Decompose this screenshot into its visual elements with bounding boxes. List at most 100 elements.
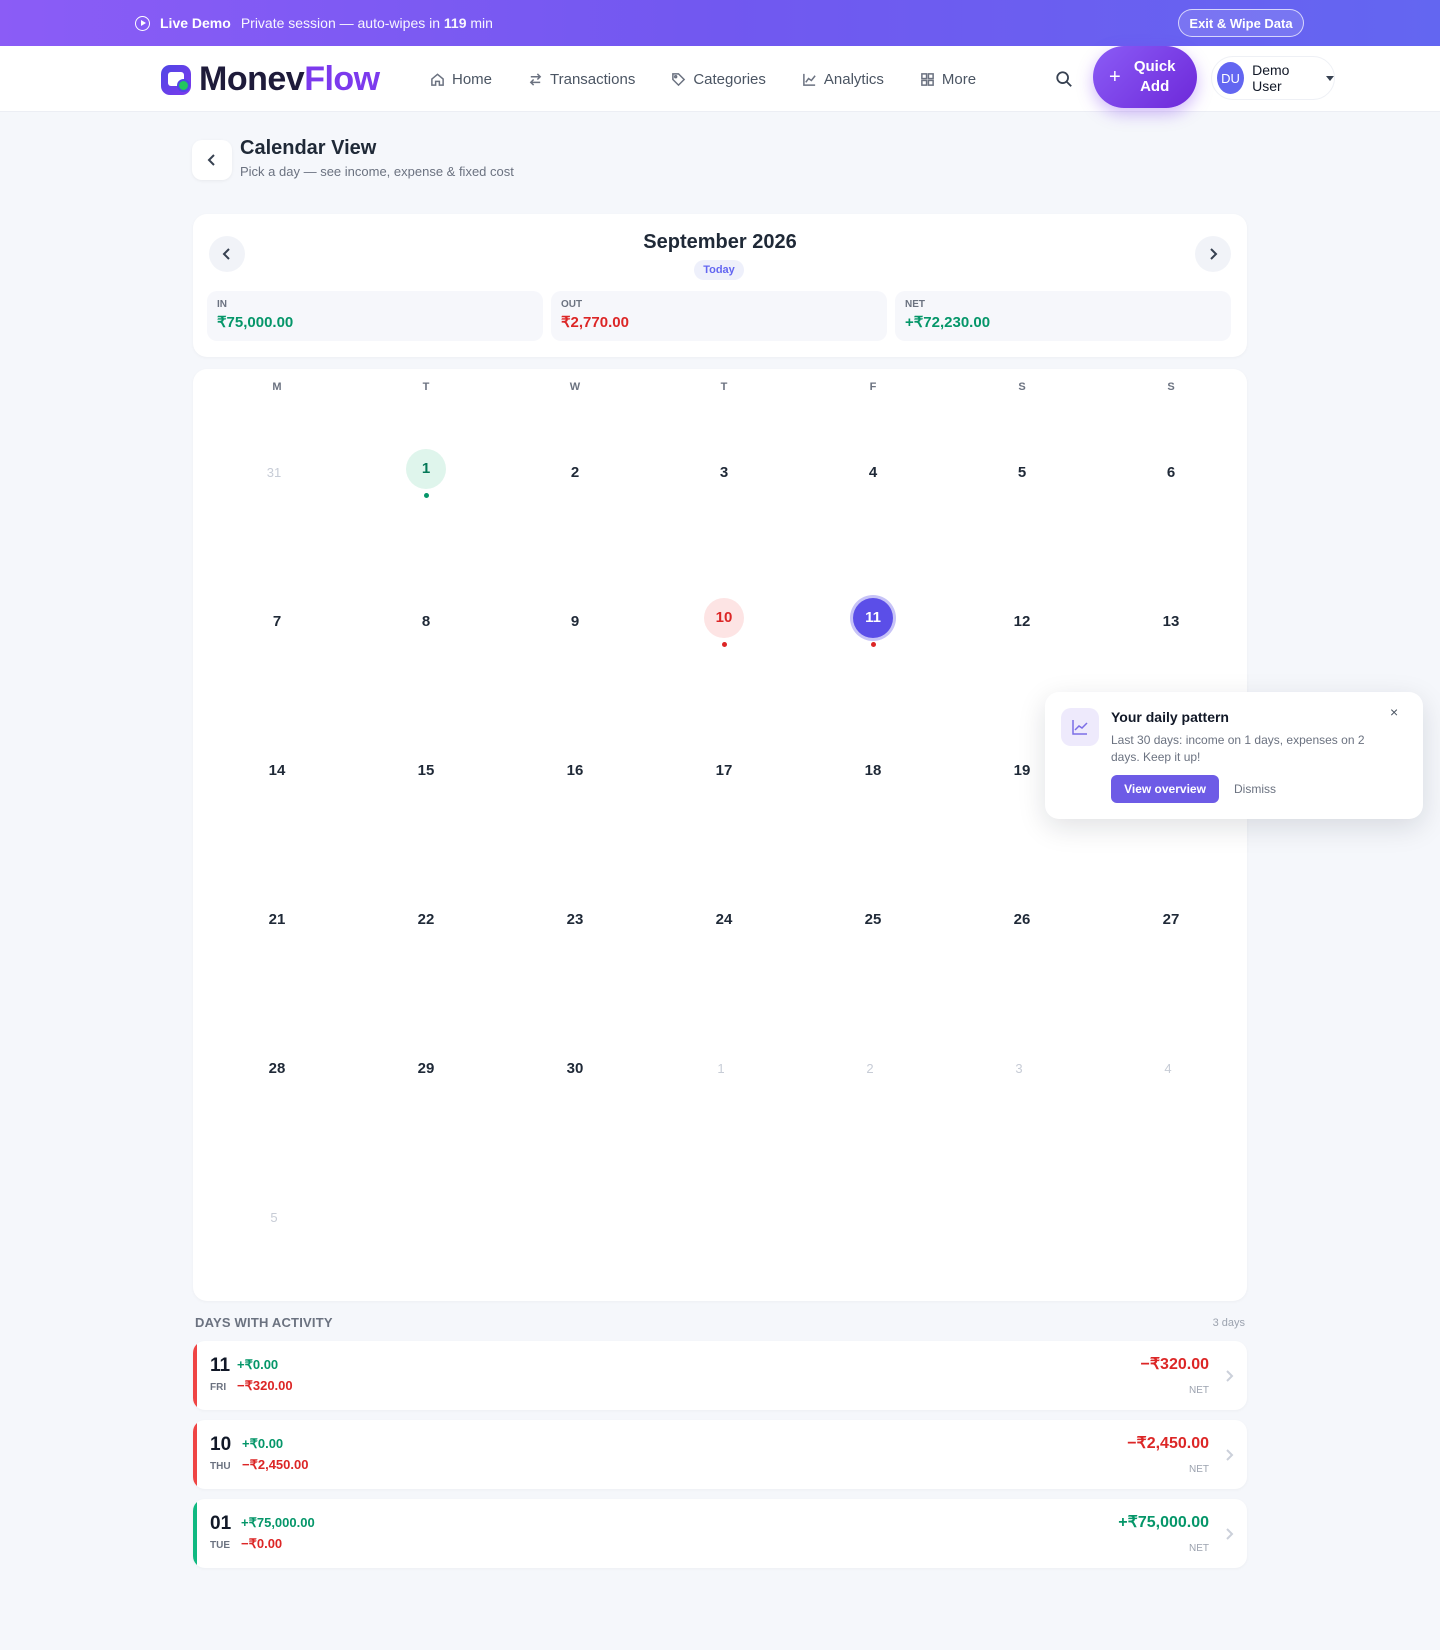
stat-in-value: ₹75,000.00: [217, 314, 294, 331]
calendar-day-outside[interactable]: 31: [254, 453, 294, 493]
back-button[interactable]: [192, 140, 232, 180]
calendar-day[interactable]: 6: [1151, 453, 1191, 493]
calendar-day[interactable]: 12: [1002, 602, 1042, 642]
live-demo-label: Live Demo: [160, 15, 231, 31]
top-nav: Monev Flow Home Transactions Categories A…: [0, 46, 1440, 112]
calendar-day[interactable]: 19: [1002, 751, 1042, 791]
calendar-day[interactable]: 7: [257, 602, 297, 642]
calendar-day[interactable]: 16: [555, 751, 595, 791]
calendar-day-outside[interactable]: 4: [1148, 1049, 1188, 1089]
activity-row[interactable]: 11 FRI +₹0.00 −₹320.00 −₹320.00 NET: [193, 1341, 1247, 1410]
calendar-day[interactable]: 8: [406, 602, 446, 642]
activity-count: 3 days: [1212, 1317, 1245, 1329]
nav-home[interactable]: Home: [430, 71, 492, 88]
calendar-day[interactable]: 4: [853, 453, 893, 493]
calendar-day[interactable]: 17: [704, 751, 744, 791]
stat-net: NET +₹72,230.00: [895, 291, 1231, 341]
weekday-header: F: [869, 381, 877, 393]
weekday-header: S: [1018, 381, 1026, 393]
daily-pattern-popup: Your daily pattern Last 30 days: income …: [1045, 692, 1423, 819]
chevron-right-icon: [1210, 248, 1218, 260]
page-subtitle: Pick a day — see income, expense & fixed…: [240, 164, 514, 179]
calendar-day-outside[interactable]: 1: [701, 1049, 741, 1089]
calendar-day[interactable]: 26: [1002, 900, 1042, 940]
close-icon[interactable]: ×: [1390, 704, 1398, 720]
dismiss-button[interactable]: Dismiss: [1234, 782, 1276, 796]
chevron-right-icon: [1223, 1369, 1235, 1382]
calendar-day[interactable]: 14: [257, 751, 297, 791]
user-name: Demo User: [1252, 62, 1290, 94]
exit-wipe-button[interactable]: Exit & Wipe Data: [1178, 9, 1304, 37]
quick-add-button[interactable]: + Quick Add: [1093, 46, 1197, 108]
activity-row[interactable]: 10 THU +₹0.00 −₹2,450.00 −₹2,450.00 NET: [193, 1420, 1247, 1489]
calendar-day[interactable]: 21: [257, 900, 297, 940]
search-icon: [1056, 71, 1072, 87]
activity-row[interactable]: 01 TUE +₹75,000.00 −₹0.00 +₹75,000.00 NE…: [193, 1499, 1247, 1568]
plus-icon: +: [1109, 65, 1121, 88]
demo-banner: Live Demo Private session — auto-wipes i…: [0, 0, 1440, 46]
brand-logo[interactable]: Monev Flow: [161, 60, 380, 99]
calendar-day[interactable]: 9: [555, 602, 595, 642]
home-icon: [431, 72, 444, 86]
calendar-day[interactable]: 10: [704, 598, 744, 638]
session-info: Private session — auto-wipes in 119 min: [240, 15, 493, 31]
calendar-day-outside[interactable]: 3: [999, 1049, 1039, 1089]
popup-title: Your daily pattern: [1111, 709, 1229, 725]
activity-dot: [423, 493, 429, 498]
calendar-day-outside[interactable]: 2: [850, 1049, 890, 1089]
popup-body: Last 30 days: income on 1 days, expenses…: [1111, 733, 1365, 764]
calendar-day[interactable]: 1: [406, 449, 446, 489]
activity-dot: [870, 642, 876, 647]
calendar-day[interactable]: 15: [406, 751, 446, 791]
page-title: Calendar View: [240, 137, 377, 159]
stat-in: IN ₹75,000.00: [207, 291, 543, 341]
month-title: September 2026: [643, 231, 797, 253]
chart-icon: [803, 73, 816, 86]
weekday-header: W: [569, 381, 581, 393]
nav-transactions[interactable]: Transactions: [528, 71, 635, 88]
nav-more[interactable]: More: [920, 71, 976, 88]
calendar-grid: MTWTFSS311234567891011121314151617181920…: [193, 369, 1247, 1301]
view-overview-button[interactable]: View overview: [1111, 775, 1219, 803]
weekday-header: T: [422, 381, 430, 393]
calendar-day[interactable]: 18: [853, 751, 893, 791]
chevron-right-icon: [1223, 1448, 1235, 1461]
stat-net-value: +₹72,230.00: [905, 314, 991, 331]
month-summary-card: September 2026 Today IN ₹75,000.00 OUT ₹…: [193, 214, 1247, 357]
nav-categories[interactable]: Categories: [671, 71, 766, 88]
calendar-day[interactable]: 30: [555, 1049, 595, 1089]
activity-dot: [721, 642, 727, 647]
grid-icon: [921, 72, 934, 86]
chevron-left-icon: [207, 154, 215, 166]
calendar-day[interactable]: 25: [853, 900, 893, 940]
transfer-icon: [529, 72, 542, 86]
tag-icon: [672, 72, 686, 86]
search-button[interactable]: [1046, 61, 1082, 97]
calendar-day[interactable]: 28: [257, 1049, 297, 1089]
wallet-logo-icon: [161, 64, 191, 95]
calendar-day[interactable]: 13: [1151, 602, 1191, 642]
calendar-day[interactable]: 2: [555, 453, 595, 493]
avatar: DU: [1217, 62, 1245, 94]
calendar-day[interactable]: 24: [704, 900, 744, 940]
user-menu[interactable]: DU Demo User: [1211, 56, 1335, 100]
caret-down-icon: [1326, 75, 1334, 81]
calendar-day[interactable]: 23: [555, 900, 595, 940]
stat-out-value: ₹2,770.00: [561, 314, 629, 331]
today-button[interactable]: Today: [694, 260, 744, 280]
next-month-button[interactable]: [1195, 236, 1231, 272]
calendar-day-outside[interactable]: 5: [254, 1198, 294, 1238]
calendar-day[interactable]: 3: [704, 453, 744, 493]
weekday-header: S: [1167, 381, 1175, 393]
calendar-day[interactable]: 29: [406, 1049, 446, 1089]
nav-analytics[interactable]: Analytics: [802, 71, 884, 88]
weekday-header: M: [272, 381, 282, 393]
calendar-day[interactable]: 22: [406, 900, 446, 940]
chevron-right-icon: [1223, 1527, 1235, 1540]
trend-chart-icon: [1061, 708, 1099, 746]
calendar-day[interactable]: 5: [1002, 453, 1042, 493]
calendar-day[interactable]: 11: [853, 598, 893, 638]
stat-out: OUT ₹2,770.00: [551, 291, 887, 341]
play-circle-icon: [135, 15, 150, 31]
calendar-day[interactable]: 27: [1151, 900, 1191, 940]
